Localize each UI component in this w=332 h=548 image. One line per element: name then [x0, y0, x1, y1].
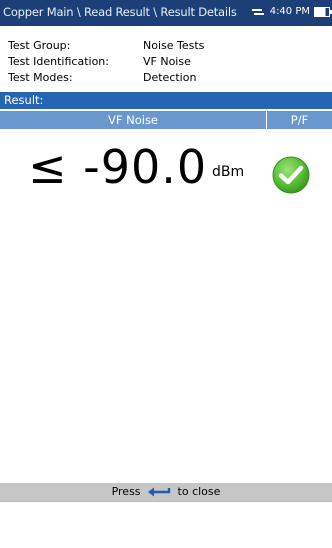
footer-bar: Press to close [0, 483, 332, 501]
usb-icon [251, 7, 264, 17]
column-measure-label: VF Noise [107, 113, 159, 127]
press-text: Press [111, 485, 141, 498]
clock: 4:40 PM [269, 6, 310, 17]
column-pf-label: P/F [290, 113, 309, 127]
result-section-header: Result: [0, 92, 332, 109]
test-id-label: Test Identification: [8, 55, 109, 68]
test-modes-value: Detection [143, 71, 197, 84]
info-row-test-modes: Test Modes: Detection [0, 70, 332, 86]
enter-key-icon [148, 487, 171, 497]
breadcrumb: Copper Main \ Read Result \ Result Detai… [3, 5, 237, 19]
pass-check-icon [272, 156, 310, 194]
status-area: 4:40 PM [251, 6, 332, 17]
close-text: to close [177, 485, 221, 498]
measurement-value: ≤ -90.0 [28, 140, 207, 194]
info-row-test-id: Test Identification: VF Noise [0, 54, 332, 70]
test-group-label: Test Group: [8, 39, 71, 52]
result-label: Result: [4, 93, 44, 107]
result-column-header: VF Noise P/F [0, 111, 332, 129]
measurement-unit: dBm [212, 164, 245, 180]
title-bar: Copper Main \ Read Result \ Result Detai… [0, 0, 332, 26]
info-row-test-group: Test Group: Noise Tests [0, 38, 332, 54]
noise-value: ≤ -90.0 [28, 140, 208, 194]
test-group-value: Noise Tests [143, 39, 205, 52]
test-info-panel: Test Group: Noise Tests Test Identificat… [0, 26, 332, 90]
test-id-value: VF Noise [143, 55, 191, 68]
battery-icon [314, 6, 332, 17]
test-modes-label: Test Modes: [8, 71, 73, 84]
bottom-divider [0, 501, 332, 502]
close-hint: Press to close [0, 485, 332, 498]
